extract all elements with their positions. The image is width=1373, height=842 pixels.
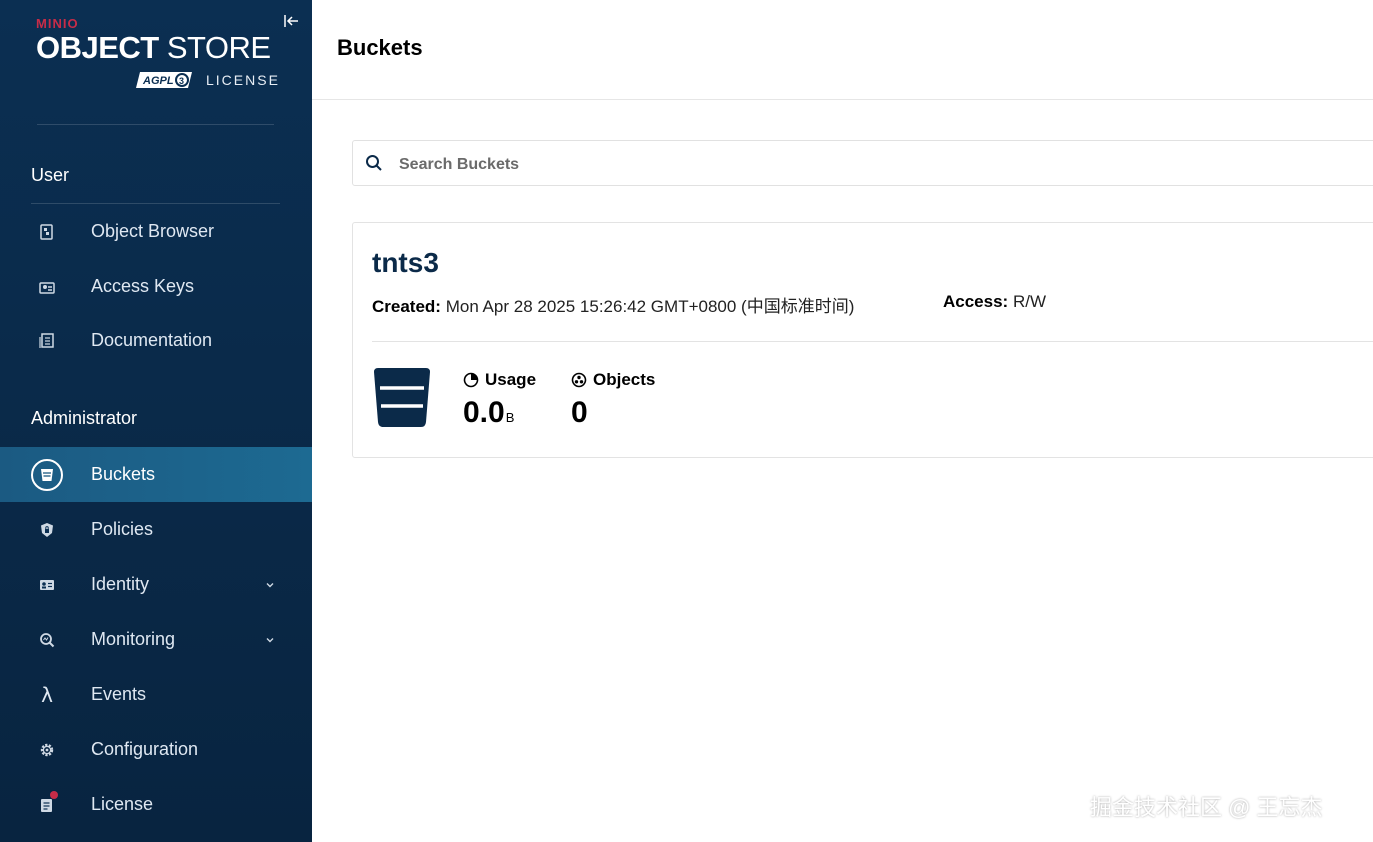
- objects-stat: Objects 0: [571, 370, 655, 430]
- sidebar-item-policies[interactable]: Policies: [0, 502, 312, 557]
- sidebar-item-label: Access Keys: [91, 276, 195, 296]
- bucket-created: Created: Mon Apr 28 2025 15:26:42 GMT+08…: [372, 292, 854, 317]
- created-value: Mon Apr 28 2025 15:26:42 GMT+0800 (中国标准时…: [445, 297, 855, 316]
- logo-license-row: AGPL 3 LICENSE: [136, 70, 280, 90]
- svg-text:AGPL: AGPL: [142, 75, 174, 87]
- sidebar-item-label: Documentation: [91, 330, 213, 350]
- lambda-icon: λ: [41, 682, 53, 707]
- watermark: 掘金技术社区 @ 王忘杰: [1090, 795, 1323, 820]
- logo-product: OBJECT STORE: [36, 30, 271, 65]
- usage-unit: B: [505, 410, 515, 425]
- search-input[interactable]: [397, 151, 1301, 179]
- usage-value: 0.0: [463, 396, 505, 429]
- sidebar-item-events[interactable]: λ Events: [0, 667, 312, 722]
- chevron-down-icon[interactable]: [264, 634, 276, 646]
- gear-icon: [30, 733, 64, 767]
- search-bar[interactable]: [352, 140, 1373, 186]
- app-logo[interactable]: MINIO OBJECT STORE AGPL 3 LICENSE: [36, 16, 278, 96]
- pie-chart-icon: [463, 372, 479, 388]
- sidebar-item-identity[interactable]: Identity: [0, 557, 312, 612]
- page-title: Buckets: [337, 35, 423, 60]
- object-browser-icon: [30, 215, 64, 249]
- card-divider: [372, 341, 1373, 342]
- bucket-icon: [30, 458, 64, 492]
- sidebar-item-label: Buckets: [91, 464, 156, 484]
- bucket-access: Access: R/W: [943, 292, 1046, 312]
- logo-divider: [37, 124, 274, 125]
- search-icon: [366, 155, 382, 171]
- sidebar: MINIO OBJECT STORE AGPL 3 LICENSE User O…: [0, 0, 312, 842]
- identity-icon: [30, 568, 64, 602]
- sidebar-item-label: License: [91, 794, 154, 814]
- collapse-sidebar-icon[interactable]: [282, 12, 300, 30]
- sidebar-item-label: Policies: [91, 519, 154, 539]
- sidebar-item-configuration[interactable]: Configuration: [0, 722, 312, 777]
- svg-text:3: 3: [179, 76, 184, 86]
- usage-label: Usage: [485, 370, 537, 389]
- created-label: Created:: [372, 297, 441, 316]
- page-header: Buckets: [312, 0, 1373, 100]
- sidebar-item-object-browser[interactable]: Object Browser: [0, 204, 312, 259]
- access-value: R/W: [1012, 292, 1046, 311]
- agpl-badge-icon: AGPL 3: [136, 72, 192, 88]
- shield-icon: [30, 513, 64, 547]
- bucket-name[interactable]: tnts3: [372, 247, 439, 279]
- sidebar-item-license[interactable]: License: [0, 777, 312, 832]
- objects-value: 0: [571, 396, 588, 429]
- sidebar-item-documentation[interactable]: Documentation: [0, 313, 312, 368]
- chevron-down-icon[interactable]: [264, 579, 276, 591]
- bucket-icon: [374, 368, 430, 427]
- objects-icon: [571, 372, 587, 388]
- objects-label: Objects: [593, 370, 656, 389]
- license-icon: [30, 788, 64, 822]
- sidebar-item-access-keys[interactable]: Access Keys: [0, 259, 312, 314]
- bucket-card[interactable]: tnts3 Created: Mon Apr 28 2025 15:26:42 …: [352, 222, 1373, 458]
- section-title-user: User: [31, 165, 70, 185]
- section-title-administrator: Administrator: [31, 408, 138, 428]
- sidebar-item-label: Configuration: [91, 739, 199, 759]
- sidebar-item-label: Monitoring: [91, 629, 176, 649]
- access-label: Access:: [943, 292, 1009, 311]
- notification-dot: [50, 791, 58, 799]
- sidebar-item-label: Object Browser: [91, 221, 215, 241]
- monitoring-icon: [30, 623, 64, 657]
- documentation-icon: [30, 324, 64, 358]
- sidebar-item-monitoring[interactable]: Monitoring: [0, 612, 312, 667]
- sidebar-item-label: Events: [91, 684, 147, 704]
- logo-brand: MINIO: [36, 16, 79, 31]
- sidebar-item-buckets[interactable]: Buckets: [0, 447, 312, 502]
- access-keys-icon: [30, 270, 64, 304]
- main-content: Buckets tnts3 Created: Mon Apr 28 2025 1…: [312, 0, 1373, 842]
- usage-stat: Usage 0.0B: [463, 370, 536, 430]
- sidebar-item-label: Identity: [91, 574, 150, 594]
- logo-license-text: LICENSE: [206, 72, 280, 88]
